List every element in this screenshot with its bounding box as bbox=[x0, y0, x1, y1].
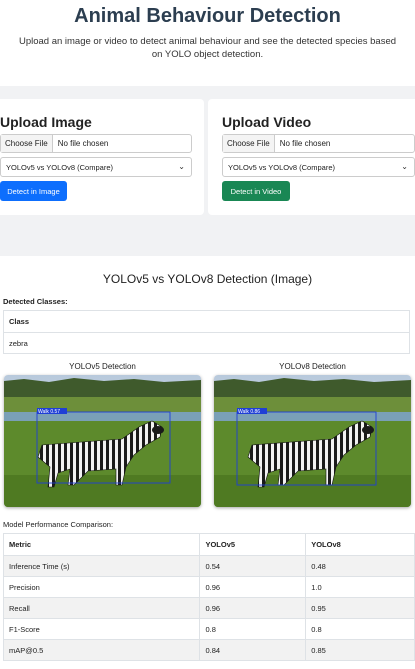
metric-name: Recall bbox=[2, 597, 201, 619]
yolov5-value: 0.54 bbox=[199, 555, 307, 577]
table-header-row: Class bbox=[3, 310, 410, 333]
yolov5-value: 0.96 bbox=[199, 576, 307, 598]
upload-video-heading: Upload Video bbox=[222, 114, 312, 130]
page-title: Animal Behaviour Detection bbox=[74, 5, 341, 27]
metric-name: Inference Time (s) bbox=[2, 555, 201, 577]
yolov5-value: 0.84 bbox=[199, 639, 307, 661]
yolov8-detection-title: YOLOv8 Detection bbox=[279, 362, 346, 371]
detect-image-button[interactable]: Detect in Image bbox=[0, 181, 67, 201]
table-row: Recall 0.96 0.95 bbox=[2, 597, 415, 619]
table-row: Precision 0.96 1.0 bbox=[2, 576, 415, 598]
table-row: F1-Score 0.8 0.8 bbox=[2, 618, 415, 640]
image-file-status: No file chosen bbox=[57, 139, 109, 148]
chevron-down-icon: ⌄ bbox=[401, 162, 408, 171]
video-model-select-value: YOLOv5 vs YOLOv8 (Compare) bbox=[228, 162, 335, 172]
table-row: mAP@0.5 0.84 0.85 bbox=[2, 639, 415, 661]
page-header: Animal Behaviour Detection Upload an ima… bbox=[0, 0, 415, 86]
metric-header: Metric bbox=[2, 533, 201, 556]
metric-name: Precision bbox=[2, 576, 201, 598]
table-row: Inference Time (s) 0.54 0.48 bbox=[2, 555, 415, 577]
yolov8-header: YOLOv8 bbox=[305, 533, 415, 556]
yolov5-detection-title: YOLOv5 Detection bbox=[69, 362, 136, 371]
class-header: Class bbox=[3, 310, 410, 333]
results-title: YOLOv5 vs YOLOv8 Detection (Image) bbox=[102, 272, 313, 286]
image-model-select[interactable]: YOLOv5 vs YOLOv8 (Compare) ⌄ bbox=[0, 157, 192, 177]
yolov8-value: 0.95 bbox=[305, 597, 415, 619]
comparison-label: Model Performance Comparison: bbox=[3, 520, 114, 529]
chevron-down-icon: ⌄ bbox=[178, 162, 185, 171]
video-model-select[interactable]: YOLOv5 vs YOLOv8 (Compare) ⌄ bbox=[222, 157, 415, 177]
video-choose-file-button[interactable]: Choose File bbox=[223, 135, 275, 152]
upload-image-heading: Upload Image bbox=[0, 114, 92, 130]
yolov5-value: 0.8 bbox=[199, 618, 307, 640]
table-header-row: Metric YOLOv5 YOLOv8 bbox=[2, 533, 415, 556]
image-model-select-value: YOLOv5 vs YOLOv8 (Compare) bbox=[6, 162, 113, 172]
metric-name: mAP@0.5 bbox=[2, 639, 201, 661]
yolov8-detection-image: Walk 0.86 bbox=[214, 375, 411, 507]
detected-classes-label: Detected Classes: bbox=[3, 297, 68, 306]
page-subtitle: Upload an image or video to detect anima… bbox=[18, 36, 397, 60]
image-file-input[interactable]: Choose File No file chosen bbox=[0, 134, 192, 153]
class-cell: zebra bbox=[3, 332, 410, 354]
metric-name: F1-Score bbox=[2, 618, 201, 640]
yolov8-value: 0.48 bbox=[305, 555, 415, 577]
yolov5-box-label: Walk 0.57 bbox=[38, 409, 60, 415]
video-file-input[interactable]: Choose File No file chosen bbox=[222, 134, 415, 153]
yolov5-value: 0.96 bbox=[199, 597, 307, 619]
detected-classes-table: Class zebra bbox=[3, 310, 410, 354]
detect-video-button[interactable]: Detect in Video bbox=[222, 181, 290, 201]
yolov8-value: 1.0 bbox=[305, 576, 415, 598]
yolov5-header: YOLOv5 bbox=[199, 533, 307, 556]
yolov5-detection-image: Walk 0.57 bbox=[4, 375, 201, 507]
yolov8-value: 0.8 bbox=[305, 618, 415, 640]
table-row: zebra bbox=[3, 332, 410, 354]
yolov8-value: 0.85 bbox=[305, 639, 415, 661]
yolov8-box-label: Walk 0.86 bbox=[238, 409, 260, 415]
video-file-status: No file chosen bbox=[279, 139, 331, 148]
image-choose-file-button[interactable]: Choose File bbox=[1, 135, 53, 152]
metrics-table: Metric YOLOv5 YOLOv8 Inference Time (s) … bbox=[2, 533, 415, 661]
